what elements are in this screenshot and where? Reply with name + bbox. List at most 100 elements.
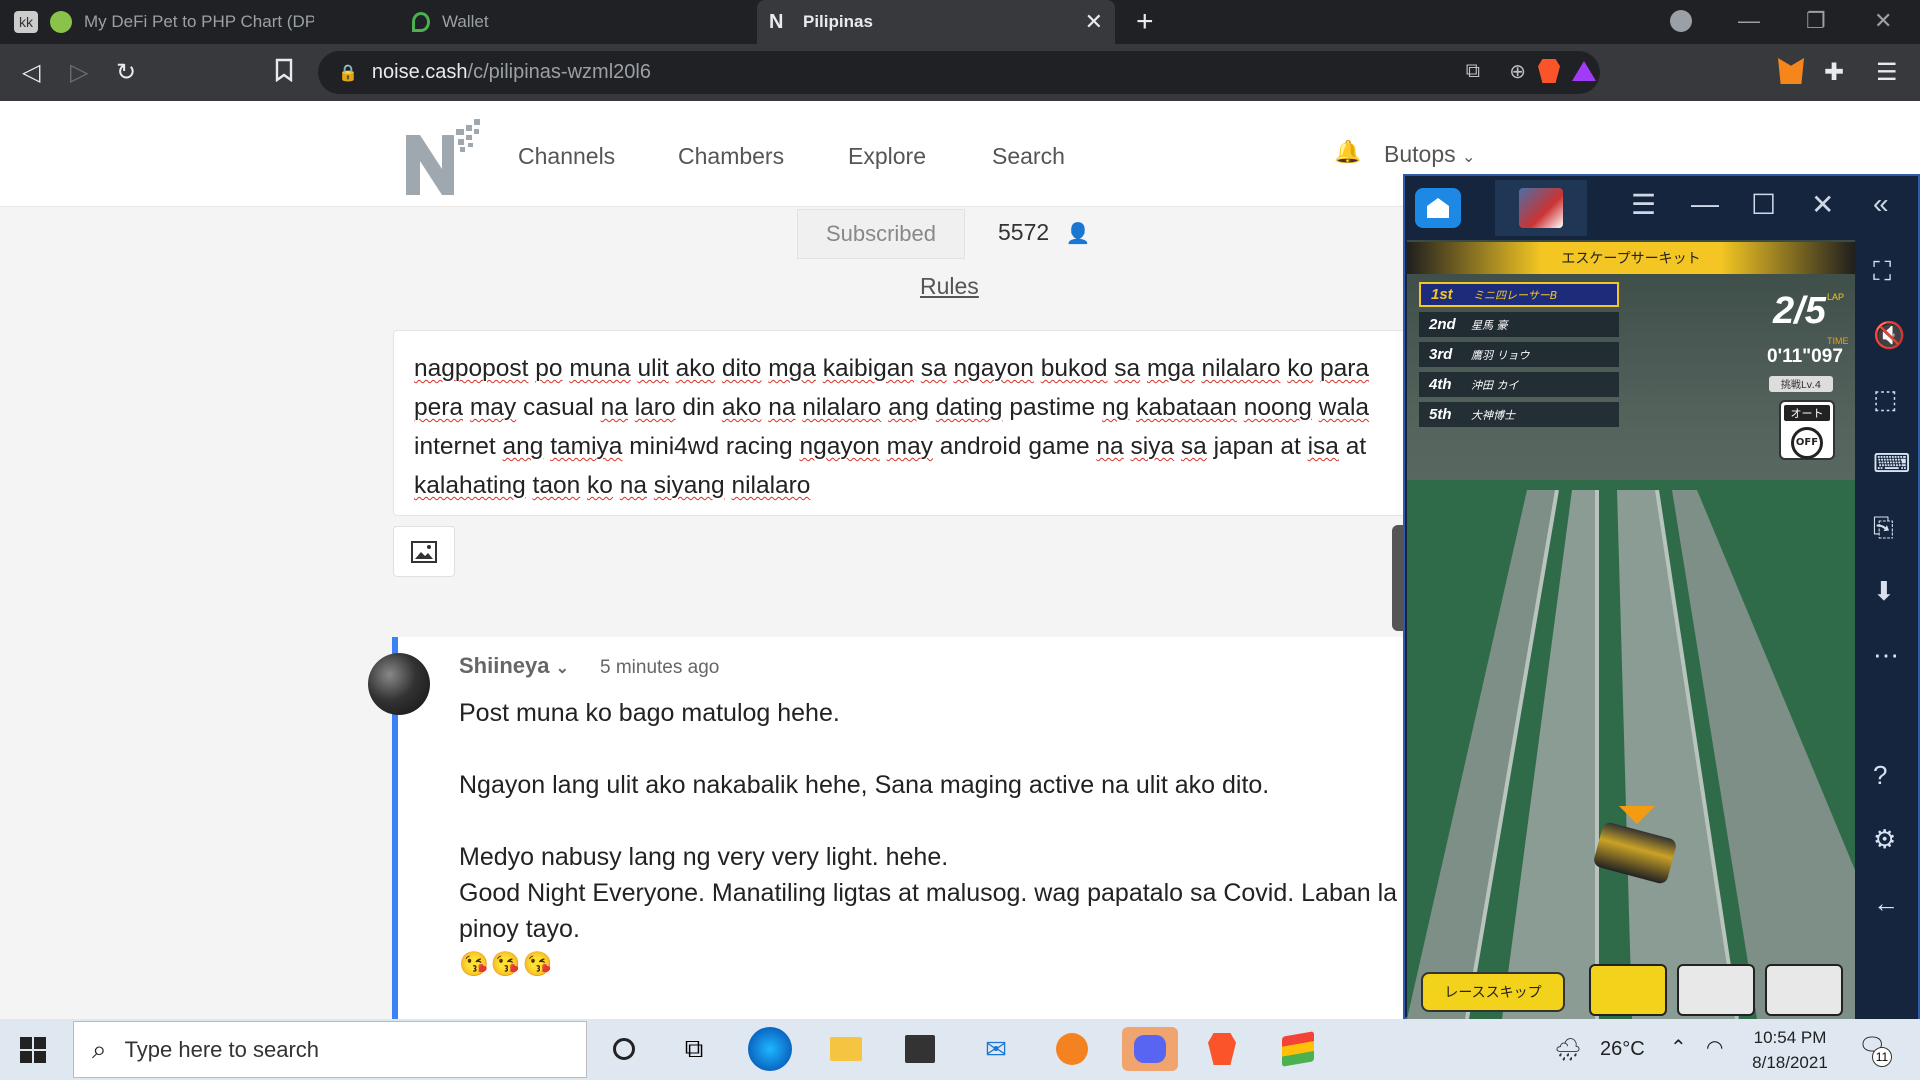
metamask-icon[interactable] — [1778, 58, 1804, 84]
bluestacks-menu-icon[interactable]: ☰ — [1631, 188, 1656, 221]
screen-record-icon[interactable]: ⎘ — [1873, 512, 1894, 544]
search-icon: ⌕ — [92, 1033, 107, 1064]
extensions-icon[interactable]: ✚ — [1824, 58, 1844, 87]
car-setup-button[interactable] — [1677, 964, 1755, 1016]
wifi-icon[interactable]: ◠ — [1706, 1035, 1723, 1060]
post-line — [459, 803, 1409, 839]
noise-cash-logo-icon[interactable] — [404, 113, 484, 197]
more-icon[interactable]: ⋯ — [1873, 640, 1899, 671]
post-timestamp[interactable]: 5 minutes ago — [600, 657, 719, 679]
close-window-icon[interactable]: ✕ — [1874, 8, 1892, 34]
apk-install-icon[interactable]: ⬇ — [1873, 576, 1895, 607]
notification-bell-icon[interactable]: 🔔 — [1334, 139, 1361, 165]
windows-start-icon[interactable] — [20, 1037, 46, 1063]
composer-word: ang — [502, 433, 544, 460]
search-placeholder: Type here to search — [124, 1036, 320, 1062]
weather-rain-icon[interactable]: 🌧 — [1554, 1037, 1582, 1063]
challenge-level: 挑戦Lv.4 — [1769, 376, 1833, 392]
attach-image-button[interactable] — [393, 526, 455, 577]
post-author[interactable]: Shiineya ⌄ — [459, 653, 569, 679]
composer-word: isa — [1307, 433, 1339, 460]
rules-link[interactable]: Rules — [920, 273, 979, 300]
file-explorer-icon[interactable] — [824, 1027, 868, 1071]
forward-icon[interactable]: ▷ — [70, 58, 88, 87]
fullscreen-icon[interactable]: ⛶ — [1873, 256, 1891, 288]
minimize-icon[interactable]: — — [1691, 188, 1719, 220]
subscribed-button[interactable]: Subscribed — [797, 209, 965, 259]
composer-word: bukod — [1040, 355, 1108, 382]
back-arrow-icon[interactable]: ← — [1873, 888, 1899, 919]
composer-word: japan — [1213, 433, 1274, 460]
task-view-icon[interactable]: ⧉ — [672, 1027, 716, 1071]
bluestacks-icon[interactable] — [1276, 1027, 1320, 1071]
post-body: Post muna ko bago matulog hehe. Ngayon l… — [459, 695, 1409, 983]
mail-icon[interactable]: ✉ — [974, 1027, 1018, 1071]
menu-icon[interactable]: ☰ — [1876, 58, 1898, 87]
maximize-icon[interactable]: ☐ — [1751, 188, 1776, 221]
composer-word: mini4wd — [629, 433, 720, 460]
brave-browser-icon[interactable] — [1200, 1027, 1244, 1071]
edge-icon[interactable] — [748, 1027, 792, 1071]
show-hidden-icons-icon[interactable]: ⌃ — [1670, 1035, 1687, 1060]
post-composer[interactable]: nagpopost po muna ulit ako dito mga kaib… — [393, 330, 1423, 516]
composer-word: nilalaro — [731, 472, 811, 499]
keyboard-icon[interactable]: ⌨ — [1873, 448, 1911, 479]
composer-word: sa — [1114, 355, 1141, 382]
composer-word: siya — [1130, 433, 1175, 460]
help-icon[interactable]: ? — [1873, 760, 1887, 791]
composer-word: din — [682, 394, 716, 421]
clock-date: 8/18/2021 — [1752, 1053, 1828, 1072]
close-icon[interactable]: ✕ — [1811, 188, 1834, 221]
bluestacks-game-tab[interactable] — [1495, 180, 1587, 236]
system-clock[interactable]: 10:54 PM 8/18/2021 — [1740, 1025, 1840, 1075]
bookmark-icon[interactable] — [274, 58, 294, 89]
notification-count: 11 — [1872, 1047, 1892, 1067]
brave-rewards-icon[interactable] — [1572, 61, 1596, 81]
back-icon[interactable]: ◁ — [22, 58, 40, 87]
settings-gear-icon[interactable]: ⚙ — [1873, 824, 1896, 855]
game-viewport[interactable]: エスケープサーキット 1st ミニ四レーサーB 2nd 星馬 豪 3rd 鷹羽 リョウ… — [1407, 240, 1855, 1019]
brave-shields-icon[interactable] — [1538, 59, 1560, 83]
nav-search[interactable]: Search — [992, 143, 1065, 170]
zoom-icon[interactable]: ⊕ — [1509, 59, 1526, 84]
subscriber-count-value: 5572 — [998, 219, 1050, 245]
nav-explore[interactable]: Explore — [848, 143, 926, 170]
camera-car-button[interactable] — [1589, 964, 1667, 1016]
collapse-sidebar-icon[interactable]: « — [1873, 188, 1889, 220]
composer-word: ko — [1287, 355, 1314, 382]
address-bar[interactable]: 🔒 noise.cash/c/pilipinas-wzml20l6 ⧉ ⊕ — [318, 51, 1600, 94]
minimize-icon[interactable]: — — [1738, 8, 1760, 34]
post-line: Medyo nabusy lang ng very very light. he… — [459, 843, 949, 871]
avatar[interactable] — [368, 653, 430, 715]
tab-pilipinas[interactable]: N Pilipinas ✕ — [757, 0, 1115, 44]
tab-dpet-chart[interactable]: kk My DeFi Pet to PHP Chart (DPET/PHP) — [14, 0, 314, 44]
auto-toggle-button[interactable]: オート OFF — [1779, 400, 1835, 460]
tab-search-icon[interactable] — [1670, 10, 1692, 32]
volume-mute-icon[interactable]: 🔇 — [1873, 320, 1905, 351]
reload-icon[interactable]: ↻ — [116, 58, 136, 87]
restore-icon[interactable]: ❐ — [1806, 8, 1826, 34]
composer-word: na — [600, 394, 628, 421]
cortana-icon[interactable] — [602, 1027, 646, 1071]
race-skip-button[interactable]: レーススキップ — [1421, 972, 1565, 1012]
taskbar-search[interactable]: ⌕ Type here to search — [73, 1021, 587, 1078]
open-in-app-icon[interactable]: ⧉ — [1466, 60, 1480, 83]
noise-favicon-icon: N — [769, 11, 784, 33]
temperature[interactable]: 26°C — [1600, 1038, 1645, 1061]
new-tab-button[interactable]: + — [1136, 0, 1166, 44]
rank-position: 3rd — [1429, 346, 1453, 363]
close-tab-icon[interactable]: ✕ — [1085, 9, 1103, 35]
pointer-icon[interactable]: ⬚ — [1873, 384, 1898, 415]
store-icon[interactable] — [898, 1027, 942, 1071]
tab-wallet[interactable]: Wallet — [412, 0, 612, 44]
composer-word: sa — [1180, 433, 1207, 460]
discord-icon[interactable] — [1122, 1027, 1178, 1071]
coin-app-icon[interactable] — [1050, 1027, 1094, 1071]
track-view-button[interactable] — [1765, 964, 1843, 1016]
pet-favicon-icon — [50, 11, 72, 33]
bluestacks-home-icon[interactable] — [1415, 188, 1461, 228]
user-menu[interactable]: Butops ⌄ — [1384, 141, 1475, 168]
nav-chambers[interactable]: Chambers — [678, 143, 784, 170]
composer-word: nilalaro — [1201, 355, 1281, 382]
nav-channels[interactable]: Channels — [518, 143, 615, 170]
